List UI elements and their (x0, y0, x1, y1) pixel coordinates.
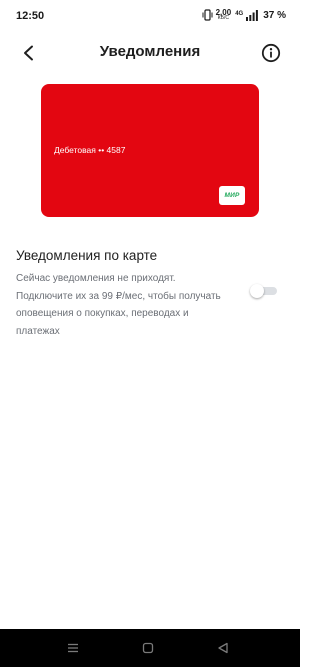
status-indicators: 2,00 КБ/С 4G 37 % (202, 9, 286, 21)
menu-icon (68, 643, 78, 653)
info-circle-icon (261, 43, 281, 63)
mir-logo: МИР (219, 186, 245, 205)
app-header: Уведомления (0, 34, 300, 70)
speed-unit: КБ/С (217, 15, 229, 21)
recent-apps-button[interactable] (64, 639, 82, 657)
notifications-toggle[interactable] (250, 284, 278, 298)
info-button[interactable] (260, 42, 282, 64)
network-type: 4G (235, 10, 244, 17)
card-name: Дебетовая •• 4587 (54, 145, 126, 155)
screen: 12:50 2,00 КБ/С 4G 37 % Уведомления Дебе… (0, 0, 300, 667)
status-bar: 12:50 2,00 КБ/С 4G 37 % (0, 0, 300, 34)
back-triangle-icon (218, 642, 228, 654)
status-time: 12:50 (16, 10, 45, 22)
system-nav-bar (0, 629, 300, 667)
battery-level: 37 % (263, 9, 286, 21)
page-title: Уведомления (99, 43, 201, 60)
back-nav-button[interactable] (214, 639, 232, 657)
card-notifications-title: Уведомления по карте (16, 248, 158, 263)
home-icon (142, 642, 154, 654)
debit-card[interactable]: Дебетовая •• 4587 МИР (41, 84, 259, 217)
network-speed: 2,00 КБ/С (216, 9, 232, 21)
signal-icon (246, 9, 259, 21)
card-notifications-description: Сейчас уведомления не приходят. Подключи… (16, 273, 221, 337)
vibrate-icon (202, 9, 213, 21)
toggle-thumb (250, 284, 264, 298)
home-button[interactable] (139, 639, 157, 657)
